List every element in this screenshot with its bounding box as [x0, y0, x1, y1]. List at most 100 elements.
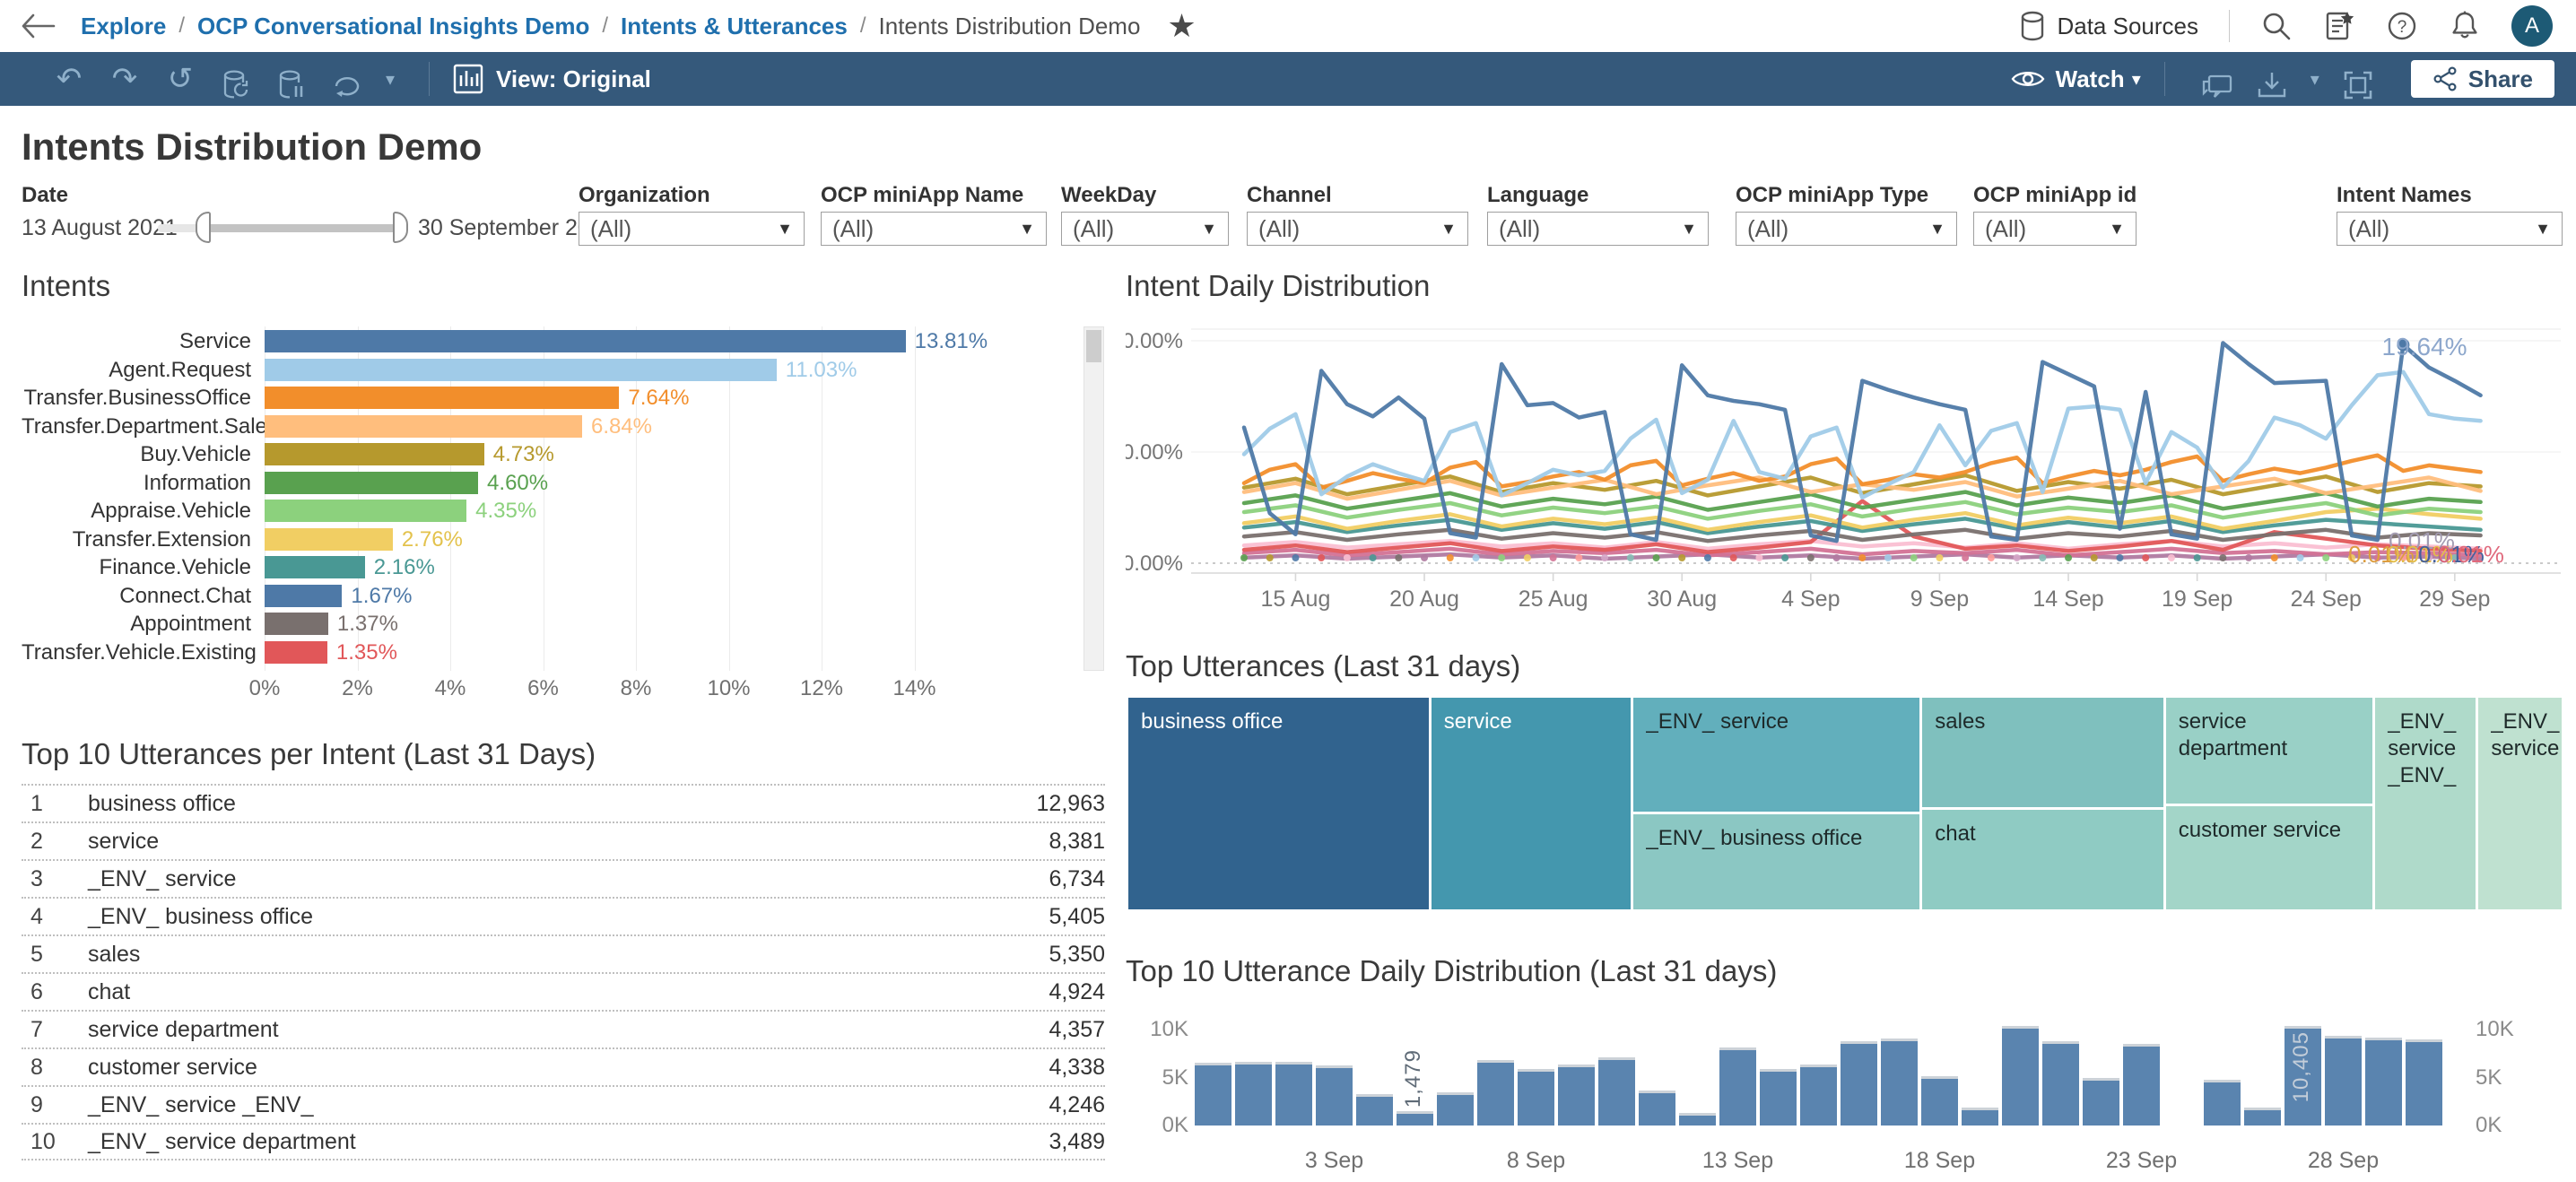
- bar-finance-vehicle[interactable]: [265, 556, 365, 578]
- table-row[interactable]: 9_ENV_ service _ENV_4,246: [22, 1085, 1105, 1123]
- filter-dropdown-4[interactable]: (All)▼: [1487, 212, 1709, 246]
- daily-bar[interactable]: [1841, 1041, 1877, 1126]
- watch-caret-icon[interactable]: ▾: [2132, 68, 2141, 91]
- bar-transfer-department-sales[interactable]: [265, 415, 582, 438]
- treemap-cell[interactable]: sales: [1922, 698, 2163, 807]
- data-sources-button[interactable]: Data Sources: [2019, 11, 2198, 41]
- treemap-cell[interactable]: service department: [2166, 698, 2373, 804]
- table-row[interactable]: 7service department4,357: [22, 1010, 1105, 1047]
- table-row[interactable]: 3_ENV_ service6,734: [22, 859, 1105, 897]
- redo-icon[interactable]: ↷: [97, 52, 152, 106]
- fullscreen-icon[interactable]: [2330, 58, 2386, 100]
- filter-dropdown-7[interactable]: (All)▼: [2337, 212, 2563, 246]
- bar-appointment[interactable]: [265, 613, 328, 635]
- treemap-cell[interactable]: _ENV_ service _ENV_: [2375, 698, 2476, 909]
- treemap-cell[interactable]: chat: [1922, 810, 2163, 910]
- line-series-Service[interactable]: [1244, 343, 2481, 542]
- treemap-cell[interactable]: _ENV_ service: [1633, 698, 1919, 812]
- daily-bar[interactable]: [2042, 1041, 2079, 1126]
- download-icon[interactable]: [2244, 58, 2300, 100]
- daily-bar[interactable]: [1275, 1062, 1312, 1126]
- table-row[interactable]: 4_ENV_ business office5,405: [22, 897, 1105, 934]
- breadcrumb-item[interactable]: OCP Conversational Insights Demo: [197, 13, 589, 40]
- treemap-cell[interactable]: _ENV_ service: [2478, 698, 2562, 909]
- breadcrumb-item[interactable]: Intents & Utterances: [621, 13, 848, 40]
- daily-bar[interactable]: [1881, 1039, 1918, 1126]
- filter-dropdown-1[interactable]: (All)▼: [821, 212, 1047, 246]
- treemap-cell[interactable]: service: [1432, 698, 1632, 909]
- daily-bar[interactable]: [2365, 1038, 2402, 1126]
- daily-bar[interactable]: [1558, 1065, 1595, 1126]
- bar-transfer-vehicle-existing[interactable]: [265, 641, 327, 664]
- daily-bar[interactable]: [1356, 1094, 1393, 1126]
- date-slider-handle-start[interactable]: [196, 212, 211, 243]
- auto-update-icon[interactable]: [319, 59, 375, 99]
- undo-icon[interactable]: ↶: [41, 52, 97, 106]
- pause-updates-icon[interactable]: [264, 57, 319, 100]
- daily-bar[interactable]: [2123, 1044, 2160, 1126]
- table-row[interactable]: 5sales5,350: [22, 934, 1105, 972]
- daily-bar[interactable]: [1316, 1065, 1353, 1126]
- scrollbar-thumb[interactable]: [1086, 330, 1101, 362]
- bar-transfer-businessoffice[interactable]: [265, 387, 619, 409]
- share-button[interactable]: Share: [2411, 60, 2554, 98]
- vertical-scrollbar[interactable]: [1083, 326, 1104, 671]
- daily-bar[interactable]: [2406, 1039, 2442, 1126]
- filter-dropdown-3[interactable]: (All)▼: [1247, 212, 1468, 246]
- daily-bar[interactable]: [1518, 1069, 1554, 1126]
- treemap-cell[interactable]: _ENV_ business office: [1633, 814, 1919, 909]
- filter-dropdown-2[interactable]: (All)▼: [1061, 212, 1229, 246]
- daily-bar[interactable]: [1639, 1091, 1675, 1126]
- daily-bar[interactable]: [1477, 1060, 1514, 1126]
- treemap-cell[interactable]: business office: [1128, 698, 1429, 909]
- daily-bar[interactable]: [1598, 1057, 1635, 1126]
- line-series-Transfer.Extension[interactable]: [1244, 508, 2481, 530]
- user-avatar[interactable]: A: [2511, 5, 2553, 47]
- table-row[interactable]: 8customer service4,338: [22, 1047, 1105, 1085]
- view-label[interactable]: View: Original: [496, 65, 651, 93]
- filter-dropdown-5[interactable]: (All)▼: [1736, 212, 1957, 246]
- bar-buy-vehicle[interactable]: [265, 443, 484, 465]
- bar-agent-request[interactable]: [265, 359, 777, 381]
- refresh-data-icon[interactable]: [208, 57, 264, 100]
- bar-service[interactable]: [265, 330, 906, 352]
- filter-dropdown-6[interactable]: (All)▼: [1973, 212, 2137, 246]
- bar-appraise-vehicle[interactable]: [265, 500, 466, 522]
- revert-icon[interactable]: ↺: [152, 52, 208, 106]
- daily-bar[interactable]: [1235, 1062, 1272, 1126]
- daily-bar[interactable]: [1962, 1108, 1998, 1126]
- table-row[interactable]: 1business office12,963: [22, 784, 1105, 821]
- date-slider-track[interactable]: [203, 224, 402, 232]
- daily-bar[interactable]: [1719, 1047, 1756, 1126]
- date-slider-handle-end[interactable]: [393, 212, 408, 243]
- search-icon[interactable]: [2260, 10, 2293, 42]
- daily-bar[interactable]: [2204, 1080, 2241, 1126]
- comments-icon[interactable]: [2189, 58, 2244, 100]
- daily-bar[interactable]: [2325, 1036, 2362, 1126]
- back-arrow-icon[interactable]: [20, 11, 56, 41]
- daily-bar[interactable]: [1437, 1092, 1474, 1126]
- watch-eye-icon[interactable]: [2011, 67, 2045, 91]
- table-row[interactable]: 6chat4,924: [22, 972, 1105, 1010]
- view-icon[interactable]: [453, 64, 483, 94]
- daily-bar[interactable]: [2083, 1078, 2119, 1126]
- download-caret-icon[interactable]: ▾: [2300, 68, 2330, 91]
- table-row[interactable]: 2service8,381: [22, 821, 1105, 859]
- daily-bar[interactable]: [1921, 1076, 1958, 1126]
- bar-information[interactable]: [265, 472, 478, 494]
- daily-bar[interactable]: [2002, 1026, 2039, 1126]
- request-list-icon[interactable]: [2323, 10, 2355, 42]
- bar-transfer-extension[interactable]: [265, 528, 393, 551]
- watch-button[interactable]: Watch: [2056, 65, 2125, 93]
- daily-bar[interactable]: [1800, 1065, 1837, 1126]
- filter-dropdown-0[interactable]: (All)▼: [579, 212, 805, 246]
- daily-bar[interactable]: [2244, 1108, 2281, 1126]
- daily-bar[interactable]: [1397, 1111, 1433, 1126]
- daily-bar[interactable]: [1760, 1069, 1797, 1126]
- bar-connect-chat[interactable]: [265, 585, 342, 607]
- notifications-bell-icon[interactable]: [2449, 10, 2481, 42]
- table-row[interactable]: 10_ENV_ service department3,489: [22, 1123, 1105, 1160]
- auto-update-caret-icon[interactable]: ▾: [375, 68, 405, 91]
- help-icon[interactable]: ?: [2386, 10, 2418, 42]
- favorite-star-icon[interactable]: ★: [1167, 10, 1196, 42]
